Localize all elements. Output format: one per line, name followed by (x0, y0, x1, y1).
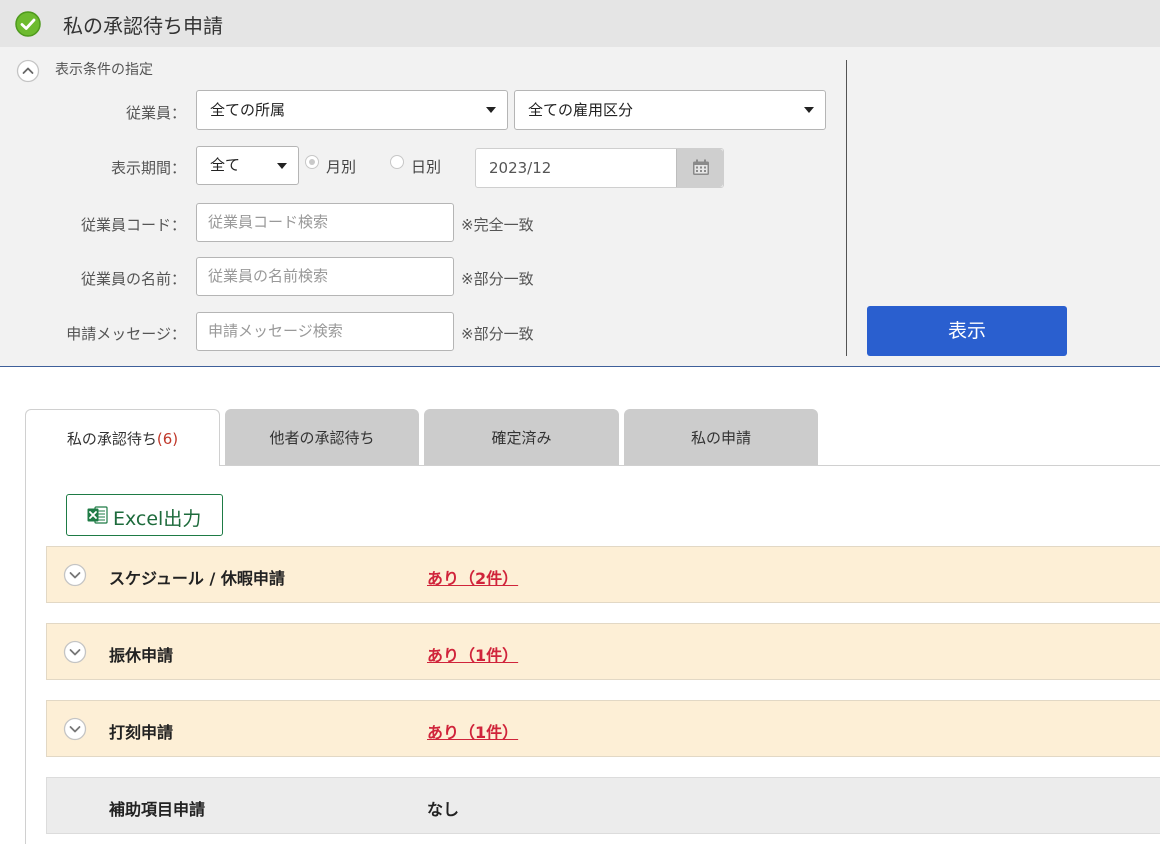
pending-count-badge: (6) (156, 430, 179, 448)
message-input[interactable]: 申請メッセージ検索 (196, 312, 454, 351)
month-input[interactable]: 2023/12 (475, 148, 724, 188)
request-name: スケジュール / 休暇申請 (109, 569, 285, 588)
employee-name-input[interactable]: 従業員の名前検索 (196, 257, 454, 296)
check-circle-icon (15, 11, 41, 37)
tab-my-pending-label: 私の承認待ち (66, 430, 157, 448)
tab-my-pending[interactable]: 私の承認待ち(6) (25, 409, 220, 466)
tab-confirmed[interactable]: 確定済み (424, 409, 619, 466)
tab-my-requests[interactable]: 私の申請 (624, 409, 818, 466)
request-row-supplementary: 補助項目申請 なし (46, 777, 1160, 834)
period-select-value: 全て (210, 156, 241, 174)
caret-down-icon (804, 107, 814, 113)
caret-down-icon (277, 163, 287, 169)
request-status-link[interactable]: あり（1件） (427, 719, 518, 743)
request-name: 打刻申請 (109, 723, 174, 742)
message-label: 申請メッセージ： (66, 325, 186, 343)
employee-code-label: 従業員コード： (80, 216, 186, 234)
employee-label: 従業員： (125, 104, 186, 122)
request-status-link[interactable]: あり（1件） (427, 642, 518, 666)
calendar-button[interactable] (676, 149, 723, 187)
content-border (25, 465, 26, 844)
message-match-note: ※部分一致 (461, 325, 534, 343)
code-match-note: ※完全一致 (461, 216, 534, 234)
request-row-substitute-holiday: 振休申請 あり（1件） (46, 623, 1160, 680)
affiliation-select-value: 全ての所属 (210, 101, 286, 119)
employment-type-select[interactable]: 全ての雇用区分 (514, 90, 826, 130)
filter-panel: 表示条件の指定 従業員： 全ての所属 全ての雇用区分 表示期間： 全て 月別 日… (0, 47, 1160, 367)
period-label: 表示期間： (110, 159, 186, 177)
request-row-schedule: スケジュール / 休暇申請 あり（2件） (46, 546, 1160, 603)
chevron-down-icon[interactable] (63, 563, 87, 587)
period-select[interactable]: 全て (196, 146, 299, 185)
chevron-down-icon[interactable] (63, 717, 87, 741)
caret-down-icon (486, 107, 496, 113)
request-name: 補助項目申請 (109, 800, 206, 819)
daily-radio[interactable] (390, 155, 404, 169)
employee-name-label: 従業員の名前： (80, 270, 186, 288)
employment-type-select-value: 全ての雇用区分 (528, 101, 634, 119)
request-status-link[interactable]: あり（2件） (427, 565, 518, 589)
month-input-value: 2023/12 (489, 159, 552, 177)
title-bar: 私の承認待ち申請 (0, 0, 1160, 47)
request-name: 振休申請 (109, 646, 174, 665)
excel-export-button[interactable]: Excel出力 (66, 494, 223, 536)
chevron-up-icon[interactable] (16, 59, 40, 83)
daily-radio-label: 日別 (411, 158, 442, 176)
filter-section-title: 表示条件の指定 (55, 62, 153, 78)
excel-icon (87, 506, 108, 524)
affiliation-select[interactable]: 全ての所属 (196, 90, 508, 130)
tab-others-pending[interactable]: 他者の承認待ち (225, 409, 419, 466)
request-status: なし (427, 800, 460, 819)
tabs-underline (220, 465, 1160, 466)
excel-export-label: Excel出力 (113, 508, 202, 530)
name-match-note: ※部分一致 (461, 270, 534, 288)
monthly-radio-label: 月別 (326, 158, 357, 176)
page-title: 私の承認待ち申請 (63, 14, 223, 38)
chevron-down-icon[interactable] (63, 640, 87, 664)
request-row-punch: 打刻申請 あり（1件） (46, 700, 1160, 757)
employee-code-input[interactable]: 従業員コード検索 (196, 203, 454, 242)
show-button[interactable]: 表示 (867, 306, 1067, 356)
calendar-icon (693, 159, 709, 175)
vertical-divider (846, 60, 847, 356)
monthly-radio[interactable] (305, 155, 319, 169)
